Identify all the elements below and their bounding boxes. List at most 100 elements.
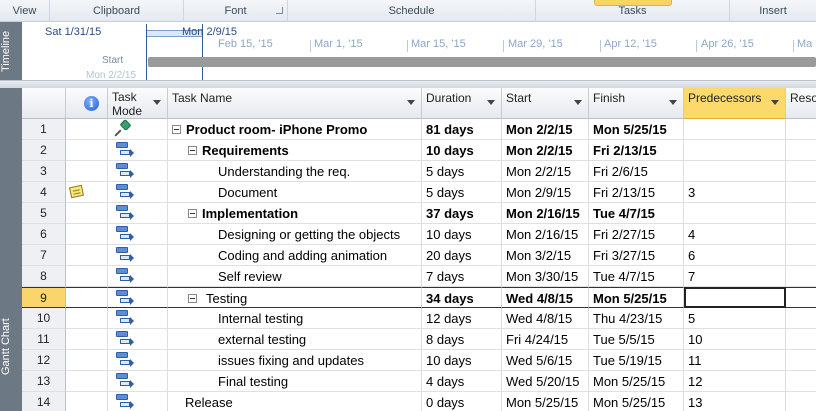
row-id[interactable]: 9: [22, 287, 66, 308]
row-id[interactable]: 3: [22, 161, 66, 182]
row-id[interactable]: 11: [22, 329, 66, 350]
resource-cell[interactable]: [786, 266, 816, 287]
collapse-icon[interactable]: [188, 294, 197, 303]
task-row[interactable]: 12 issues fixing and updates 10 days Wed…: [22, 350, 816, 371]
chevron-down-icon[interactable]: [487, 100, 495, 105]
task-row-selected[interactable]: 9 Testing 34 days Wed 4/8/15 Mon 5/25/15: [22, 287, 816, 308]
task-mode-cell[interactable]: [108, 266, 168, 287]
task-name-cell[interactable]: external testing: [168, 329, 422, 350]
resource-cell[interactable]: [786, 308, 816, 329]
predecessors-cell[interactable]: [684, 140, 786, 161]
chevron-down-icon[interactable]: [669, 100, 677, 105]
start-cell[interactable]: Mon 2/2/15: [502, 119, 589, 140]
task-name-cell[interactable]: Document: [168, 182, 422, 203]
column-header-duration[interactable]: Duration: [422, 88, 502, 119]
resource-cell[interactable]: [786, 392, 816, 411]
ribbon-group-view[interactable]: View: [0, 0, 50, 22]
predecessors-cell[interactable]: [684, 119, 786, 140]
resource-cell[interactable]: [786, 350, 816, 371]
start-cell[interactable]: Mon 2/2/15: [502, 140, 589, 161]
indicator-cell[interactable]: [66, 245, 108, 266]
row-id[interactable]: 6: [22, 224, 66, 245]
ribbon-group-clipboard[interactable]: Clipboard: [50, 0, 184, 22]
ribbon-group-schedule[interactable]: Schedule: [288, 0, 536, 22]
task-mode-cell[interactable]: [108, 161, 168, 182]
task-row[interactable]: 7 Coding and adding animation 20 days Mo…: [22, 245, 816, 266]
task-mode-cell[interactable]: [108, 182, 168, 203]
duration-cell[interactable]: 81 days: [422, 119, 502, 140]
collapse-icon[interactable]: [188, 209, 197, 218]
task-mode-cell[interactable]: [108, 329, 168, 350]
finish-cell[interactable]: Tue 5/5/15: [589, 329, 684, 350]
task-row[interactable]: 13 Final testing 4 days Wed 5/20/15 Mon …: [22, 371, 816, 392]
task-name-cell[interactable]: Self review: [168, 266, 422, 287]
task-name-cell[interactable]: Requirements: [168, 140, 422, 161]
task-mode-cell[interactable]: [108, 140, 168, 161]
duration-cell[interactable]: 34 days: [422, 287, 502, 308]
indicator-cell[interactable]: [66, 266, 108, 287]
start-cell[interactable]: Mon 5/25/15: [502, 392, 589, 411]
row-id[interactable]: 13: [22, 371, 66, 392]
duration-cell[interactable]: 5 days: [422, 182, 502, 203]
finish-cell[interactable]: Tue 4/7/15: [589, 203, 684, 224]
task-mode-cell[interactable]: [108, 392, 168, 411]
resource-cell[interactable]: [786, 371, 816, 392]
task-mode-cell[interactable]: [108, 371, 168, 392]
start-cell[interactable]: Mon 2/16/15: [502, 203, 589, 224]
task-name-cell[interactable]: Designing or getting the objects: [168, 224, 422, 245]
indicator-cell[interactable]: [66, 161, 108, 182]
indicator-cell[interactable]: [66, 140, 108, 161]
resource-cell[interactable]: [786, 140, 816, 161]
task-row[interactable]: 14 Release 0 days Mon 5/25/15 Mon 5/25/1…: [22, 392, 816, 411]
column-header-finish[interactable]: Finish: [589, 88, 684, 119]
start-cell[interactable]: Fri 4/24/15: [502, 329, 589, 350]
duration-cell[interactable]: 0 days: [422, 392, 502, 411]
task-name-cell[interactable]: Testing: [168, 287, 422, 308]
resource-cell[interactable]: [786, 161, 816, 182]
task-mode-cell[interactable]: [108, 203, 168, 224]
resource-cell[interactable]: [786, 224, 816, 245]
indicator-cell[interactable]: [66, 308, 108, 329]
column-header-resource[interactable]: Resou: [786, 88, 816, 119]
predecessors-cell[interactable]: [684, 161, 786, 182]
predecessors-cell[interactable]: 13: [684, 392, 786, 411]
duration-cell[interactable]: 20 days: [422, 245, 502, 266]
dialog-launcher-icon[interactable]: [276, 7, 283, 14]
start-cell[interactable]: Mon 2/9/15: [502, 182, 589, 203]
row-id[interactable]: 10: [22, 308, 66, 329]
resource-cell[interactable]: [786, 287, 816, 308]
duration-cell[interactable]: 37 days: [422, 203, 502, 224]
collapse-icon[interactable]: [188, 146, 197, 155]
finish-cell[interactable]: Fri 2/6/15: [589, 161, 684, 182]
task-row[interactable]: 4 Document 5 days Mon 2/9/15 Fri 2/13/15…: [22, 182, 816, 203]
chevron-down-icon[interactable]: [407, 100, 415, 105]
row-id[interactable]: 4: [22, 182, 66, 203]
duration-cell[interactable]: 12 days: [422, 308, 502, 329]
task-row[interactable]: 8 Self review 7 days Mon 3/30/15 Tue 4/7…: [22, 266, 816, 287]
start-cell[interactable]: Wed 4/8/15: [502, 308, 589, 329]
duration-cell[interactable]: 4 days: [422, 371, 502, 392]
indicator-cell[interactable]: [66, 350, 108, 371]
indicator-cell[interactable]: [66, 119, 108, 140]
indicator-cell[interactable]: [66, 182, 108, 203]
predecessors-cell[interactable]: 3: [684, 182, 786, 203]
finish-cell[interactable]: Thu 4/23/15: [589, 308, 684, 329]
indicator-cell[interactable]: [66, 329, 108, 350]
column-header-task-name[interactable]: Task Name: [168, 88, 422, 119]
task-mode-cell[interactable]: [108, 287, 168, 308]
finish-cell[interactable]: Mon 5/25/15: [589, 371, 684, 392]
task-name-cell[interactable]: Internal testing: [168, 308, 422, 329]
resource-cell[interactable]: [786, 182, 816, 203]
start-cell[interactable]: Wed 5/20/15: [502, 371, 589, 392]
predecessors-cell[interactable]: 7: [684, 266, 786, 287]
task-row[interactable]: 3 Understanding the req. 5 days Mon 2/2/…: [22, 161, 816, 182]
task-row[interactable]: 5 Implementation 37 days Mon 2/16/15 Tue…: [22, 203, 816, 224]
indicator-cell[interactable]: [66, 224, 108, 245]
duration-cell[interactable]: 10 days: [422, 140, 502, 161]
start-cell[interactable]: Wed 5/6/15: [502, 350, 589, 371]
predecessors-cell-active[interactable]: [684, 287, 786, 308]
finish-cell[interactable]: Fri 2/27/15: [589, 224, 684, 245]
task-mode-cell[interactable]: [108, 245, 168, 266]
predecessors-cell[interactable]: 4: [684, 224, 786, 245]
start-cell[interactable]: Mon 3/30/15: [502, 266, 589, 287]
